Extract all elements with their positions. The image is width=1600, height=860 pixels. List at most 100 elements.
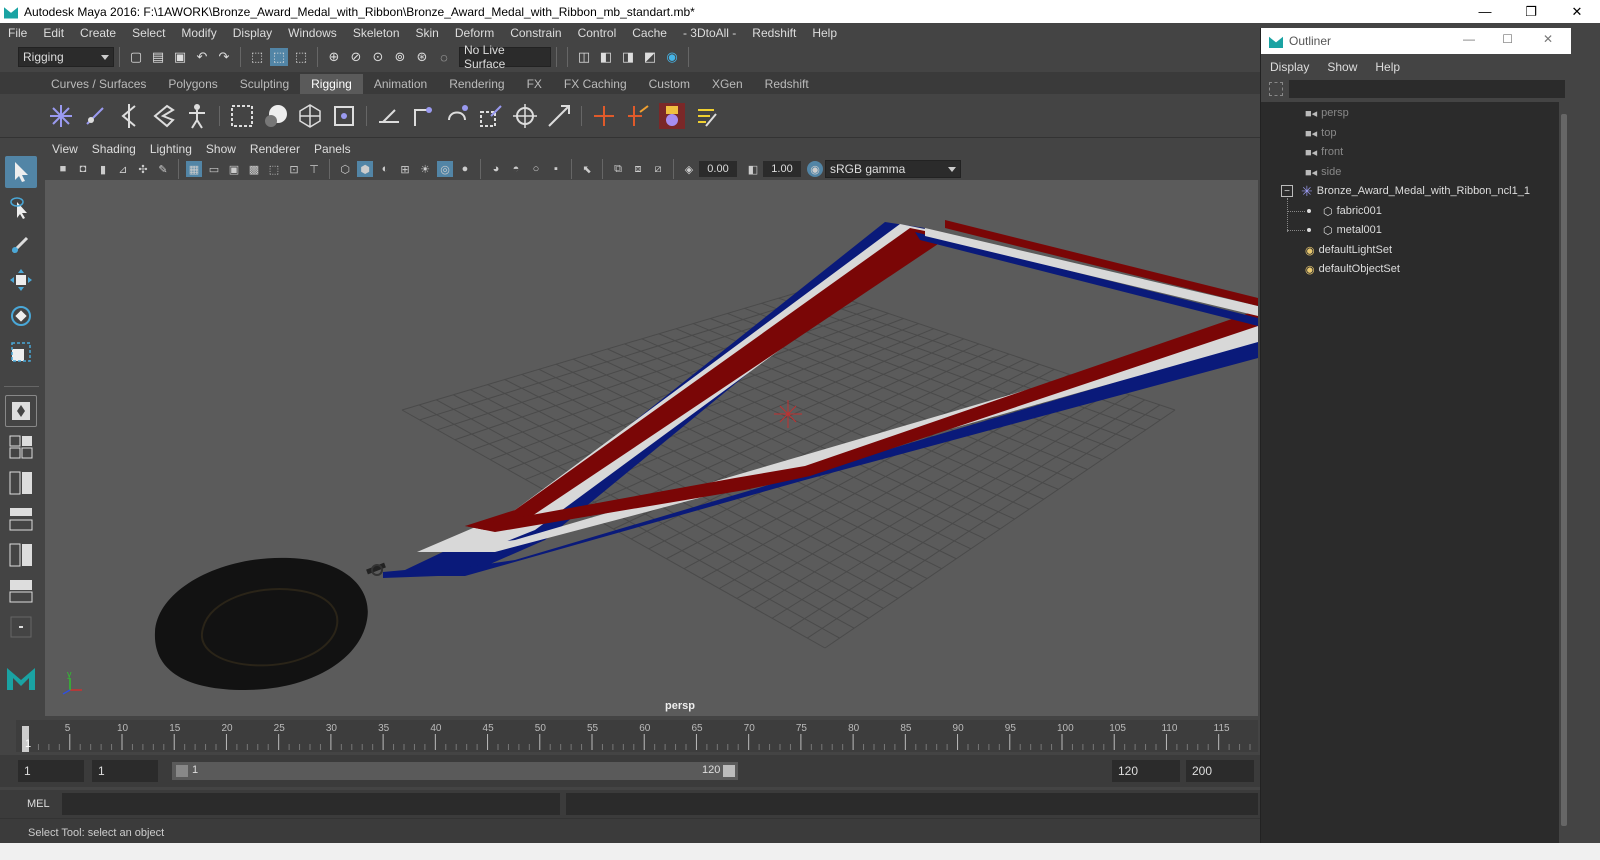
tree-item-top[interactable]: ■◂ top (1305, 124, 1336, 142)
bind-skin-icon[interactable] (228, 102, 256, 130)
gate-mask-icon[interactable]: ▣ (226, 161, 242, 177)
single-pane-layout-button[interactable] (5, 395, 37, 427)
end-time-field[interactable]: 200 (1186, 760, 1254, 782)
snap-grid-icon[interactable]: ⊕ (325, 48, 343, 66)
range-slider[interactable]: 1 120 (172, 762, 738, 780)
persp-viewport[interactable]: y (45, 180, 1258, 716)
tab-fx[interactable]: FX (516, 74, 553, 94)
camera-attributes-icon[interactable]: ◘ (75, 161, 91, 177)
tab-custom[interactable]: Custom (638, 74, 701, 94)
menu-file[interactable]: File (0, 26, 35, 40)
snap-live-icon[interactable]: ◌ (435, 48, 453, 66)
pole-vector-icon[interactable] (624, 102, 652, 130)
select-hierarchy-icon[interactable]: ⬚ (248, 48, 266, 66)
grid-toggle-icon[interactable]: ▦ (186, 161, 202, 177)
gamma-field[interactable]: 1.00 (763, 161, 801, 177)
grease-pencil-icon[interactable]: ✎ (155, 161, 171, 177)
menu-create[interactable]: Create (72, 26, 124, 40)
viewport-menu-renderer[interactable]: Renderer (243, 142, 307, 156)
outliner-search-input[interactable] (1289, 80, 1565, 98)
collapse-icon[interactable]: − (1281, 185, 1293, 197)
backface-icon[interactable]: ▪ (548, 161, 564, 177)
ribbon-band[interactable] (915, 232, 1258, 326)
viewport-menu-view[interactable]: View (45, 142, 85, 156)
four-pane-layout-button[interactable] (5, 431, 37, 463)
ambient-occlusion-icon[interactable]: ● (457, 161, 473, 177)
tab-rendering[interactable]: Rendering (438, 74, 515, 94)
live-surface-field[interactable]: No Live Surface (459, 43, 551, 71)
shadows-icon[interactable]: ◎ (437, 161, 453, 177)
outliner-menu-show[interactable]: Show (1318, 60, 1366, 74)
snap-curve-icon[interactable]: ⊘ (347, 48, 365, 66)
field-chart-icon[interactable]: ▩ (246, 161, 262, 177)
close-button[interactable]: ✕ (1554, 0, 1600, 23)
paint-select-tool-button[interactable] (5, 228, 37, 260)
new-scene-icon[interactable]: ▢ (127, 48, 145, 66)
viewport-menu-panels[interactable]: Panels (307, 142, 358, 156)
joint-tool-icon[interactable] (47, 102, 75, 130)
tree-item-default-light-set[interactable]: ◉ defaultLightSet (1305, 241, 1392, 259)
outliner-scrollbar[interactable] (1559, 102, 1569, 843)
exposure-field[interactable]: 0.00 (699, 161, 737, 177)
quick-rig-icon[interactable] (183, 102, 211, 130)
camera-icon[interactable]: ■ (55, 161, 71, 177)
snap-point-icon[interactable]: ⊙ (369, 48, 387, 66)
medal-mesh[interactable] (154, 557, 386, 690)
playback-start-field[interactable]: 1 (92, 760, 158, 782)
orient-joint-icon[interactable] (149, 102, 177, 130)
open-scene-icon[interactable]: ▤ (149, 48, 167, 66)
menu-edit[interactable]: Edit (35, 26, 72, 40)
ik-spline-icon[interactable] (409, 102, 437, 130)
outliner-menu-display[interactable]: Display (1261, 60, 1318, 74)
persp-graph-layout-button[interactable] (5, 539, 37, 571)
outliner-close-button[interactable]: ✕ (1543, 32, 1553, 46)
outliner-minimize-button[interactable]: — (1463, 32, 1475, 46)
restore-button[interactable]: ❐ (1508, 0, 1554, 23)
film-gate-icon[interactable]: ✣ (135, 161, 151, 177)
time-slider[interactable]: 5 10 15 20 25 30 35 40 45 50 55 60 65 70 75 80 85 90 95 100… (16, 720, 1258, 752)
tree-item-metal001[interactable]: ⬡ metal001 (1287, 221, 1382, 239)
outliner-menu-help[interactable]: Help (1366, 60, 1409, 74)
menu-cache[interactable]: Cache (624, 26, 675, 40)
menu-3dtoall[interactable]: - 3DtoAll - (675, 26, 744, 40)
redo-icon[interactable]: ↷ (215, 48, 233, 66)
menu-redshift[interactable]: Redshift (744, 26, 804, 40)
xray-icon[interactable]: ◕ (488, 161, 504, 177)
gamma-icon[interactable]: ◧ (745, 161, 761, 177)
use-all-lights-icon[interactable]: ☀ (417, 161, 433, 177)
menu-windows[interactable]: Windows (280, 26, 345, 40)
save-scene-icon[interactable]: ▣ (171, 48, 189, 66)
tree-item-persp[interactable]: ■◂ persp (1305, 104, 1349, 122)
tab-curves-surfaces[interactable]: Curves / Surfaces (40, 74, 157, 94)
select-camera-icon[interactable]: ⬉ (579, 161, 595, 177)
minimize-button[interactable]: — (1462, 0, 1508, 23)
playback-end-field[interactable]: 120 (1112, 760, 1180, 782)
tab-redshift[interactable]: Redshift (754, 74, 820, 94)
scale-tool-button[interactable] (5, 336, 37, 368)
menu-display[interactable]: Display (225, 26, 280, 40)
smooth-shade-icon[interactable]: ⬢ (357, 161, 373, 177)
ribbon-band[interactable] (945, 220, 1258, 306)
undo-icon[interactable]: ↶ (193, 48, 211, 66)
menu-modify[interactable]: Modify (173, 26, 224, 40)
menu-skeleton[interactable]: Skeleton (345, 26, 408, 40)
tree-item-medal-group[interactable]: − ✳ Bronze_Award_Medal_with_Ribbon_ncl1_… (1281, 182, 1530, 200)
tab-polygons[interactable]: Polygons (157, 74, 228, 94)
isolate-select-icon[interactable]: ○ (528, 161, 544, 177)
resolution-gate-icon[interactable]: ▭ (206, 161, 222, 177)
range-start-handle[interactable] (176, 765, 188, 777)
locator-icon[interactable] (590, 102, 618, 130)
image-plane-icon[interactable]: ⊿ (115, 161, 131, 177)
cluster-icon[interactable] (330, 102, 358, 130)
tree-item-default-object-set[interactable]: ◉ defaultObjectSet (1305, 260, 1400, 278)
frame-all-icon[interactable]: ⧉ (610, 161, 626, 177)
hypershade-icon[interactable]: ◩ (641, 48, 659, 66)
outliner-maximize-button[interactable]: ☐ (1502, 32, 1513, 46)
scale-constraint-icon[interactable] (477, 102, 505, 130)
tree-item-front[interactable]: ■◂ front (1305, 143, 1343, 161)
tab-sculpting[interactable]: Sculpting (229, 74, 300, 94)
menu-deform[interactable]: Deform (447, 26, 502, 40)
tree-item-fabric001[interactable]: ⬡ fabric001 (1287, 202, 1382, 220)
tab-animation[interactable]: Animation (363, 74, 438, 94)
lattice-icon[interactable] (296, 102, 324, 130)
